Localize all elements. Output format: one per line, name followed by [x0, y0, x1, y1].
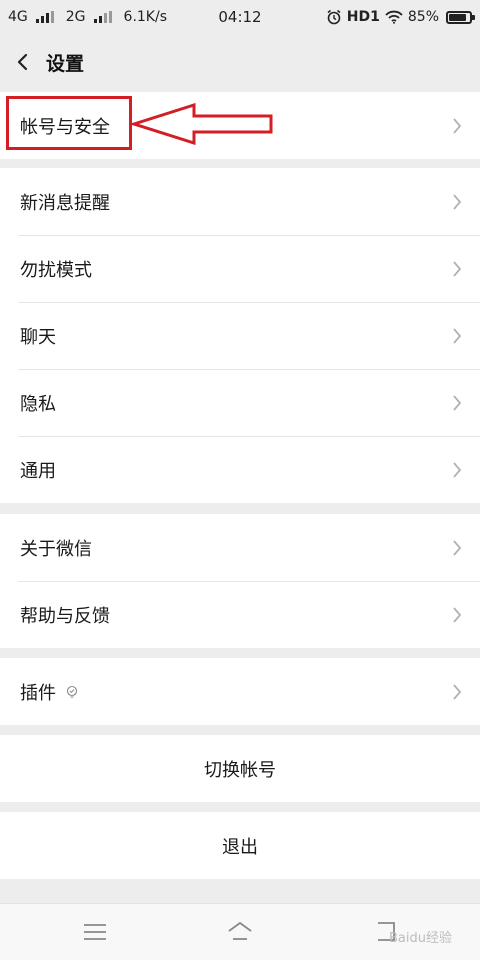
settings-item-label: 隐私	[20, 393, 56, 415]
plugin-bulb-icon	[66, 685, 78, 697]
settings-item-about[interactable]: 关于微信	[0, 514, 480, 581]
signal-icon	[93, 11, 112, 23]
chevron-right-icon	[453, 327, 462, 344]
status-bar: 4G 2G 6.1K/s 04:12 HD1 85%	[0, 0, 480, 34]
switch-account-label: 切换帐号	[204, 759, 276, 781]
hd-indicator: HD1	[346, 9, 380, 25]
header: 设置	[0, 34, 480, 90]
logout-label: 退出	[222, 836, 258, 858]
page-title: 设置	[46, 52, 85, 75]
annotation-highlight-box	[6, 96, 132, 150]
settings-item-notifications[interactable]: 新消息提醒	[0, 168, 480, 235]
chevron-right-icon	[453, 260, 462, 277]
settings-item-chat[interactable]: 聊天	[0, 302, 480, 369]
system-nav-bar: Baidu经验	[0, 903, 480, 960]
settings-item-label: 新消息提醒	[20, 192, 110, 214]
battery-percent: 85%	[407, 9, 439, 25]
settings-item-label: 关于微信	[20, 538, 92, 560]
switch-account-group: 切换帐号	[0, 735, 480, 802]
chevron-right-icon	[453, 394, 462, 411]
settings-item-label: 勿扰模式	[20, 259, 92, 281]
watermark: Baidu经验	[389, 931, 452, 946]
settings-group-plugins: 插件	[0, 658, 480, 725]
chevron-right-icon	[453, 461, 462, 478]
logout-group: 退出	[0, 812, 480, 879]
settings-item-general[interactable]: 通用	[0, 436, 480, 503]
wifi-icon	[385, 10, 403, 24]
chevron-right-icon	[453, 539, 462, 556]
signal-icon	[35, 11, 54, 23]
settings-group-general: 新消息提醒 勿扰模式 聊天 隐私 通用	[0, 168, 480, 503]
settings-item-plugins[interactable]: 插件	[0, 658, 480, 725]
chevron-right-icon	[453, 193, 462, 210]
battery-icon	[446, 10, 475, 24]
annotation-arrow-icon	[132, 103, 273, 145]
chevron-right-icon	[453, 117, 462, 134]
menu-icon[interactable]	[81, 918, 109, 946]
network-4g: 4G	[8, 9, 28, 25]
network-2g: 2G	[65, 9, 86, 25]
home-icon[interactable]	[226, 918, 254, 946]
settings-group-about: 关于微信 帮助与反馈	[0, 514, 480, 648]
logout-button[interactable]: 退出	[0, 812, 480, 879]
battery-fill	[449, 13, 466, 21]
chevron-left-icon[interactable]	[14, 53, 32, 71]
settings-item-label: 插件	[20, 682, 56, 704]
settings-item-label: 聊天	[20, 326, 56, 348]
chevron-right-icon	[453, 683, 462, 700]
settings-item-privacy[interactable]: 隐私	[0, 369, 480, 436]
status-right: HD1 85%	[326, 0, 475, 34]
chevron-right-icon	[453, 606, 462, 623]
status-left: 4G 2G 6.1K/s	[8, 0, 167, 34]
settings-item-label: 通用	[20, 460, 56, 482]
settings-item-label: 帮助与反馈	[20, 605, 110, 627]
network-speed: 6.1K/s	[123, 9, 167, 25]
settings-item-help-feedback[interactable]: 帮助与反馈	[0, 581, 480, 648]
switch-account-button[interactable]: 切换帐号	[0, 735, 480, 802]
alarm-icon	[327, 9, 341, 25]
settings-item-do-not-disturb[interactable]: 勿扰模式	[0, 235, 480, 302]
